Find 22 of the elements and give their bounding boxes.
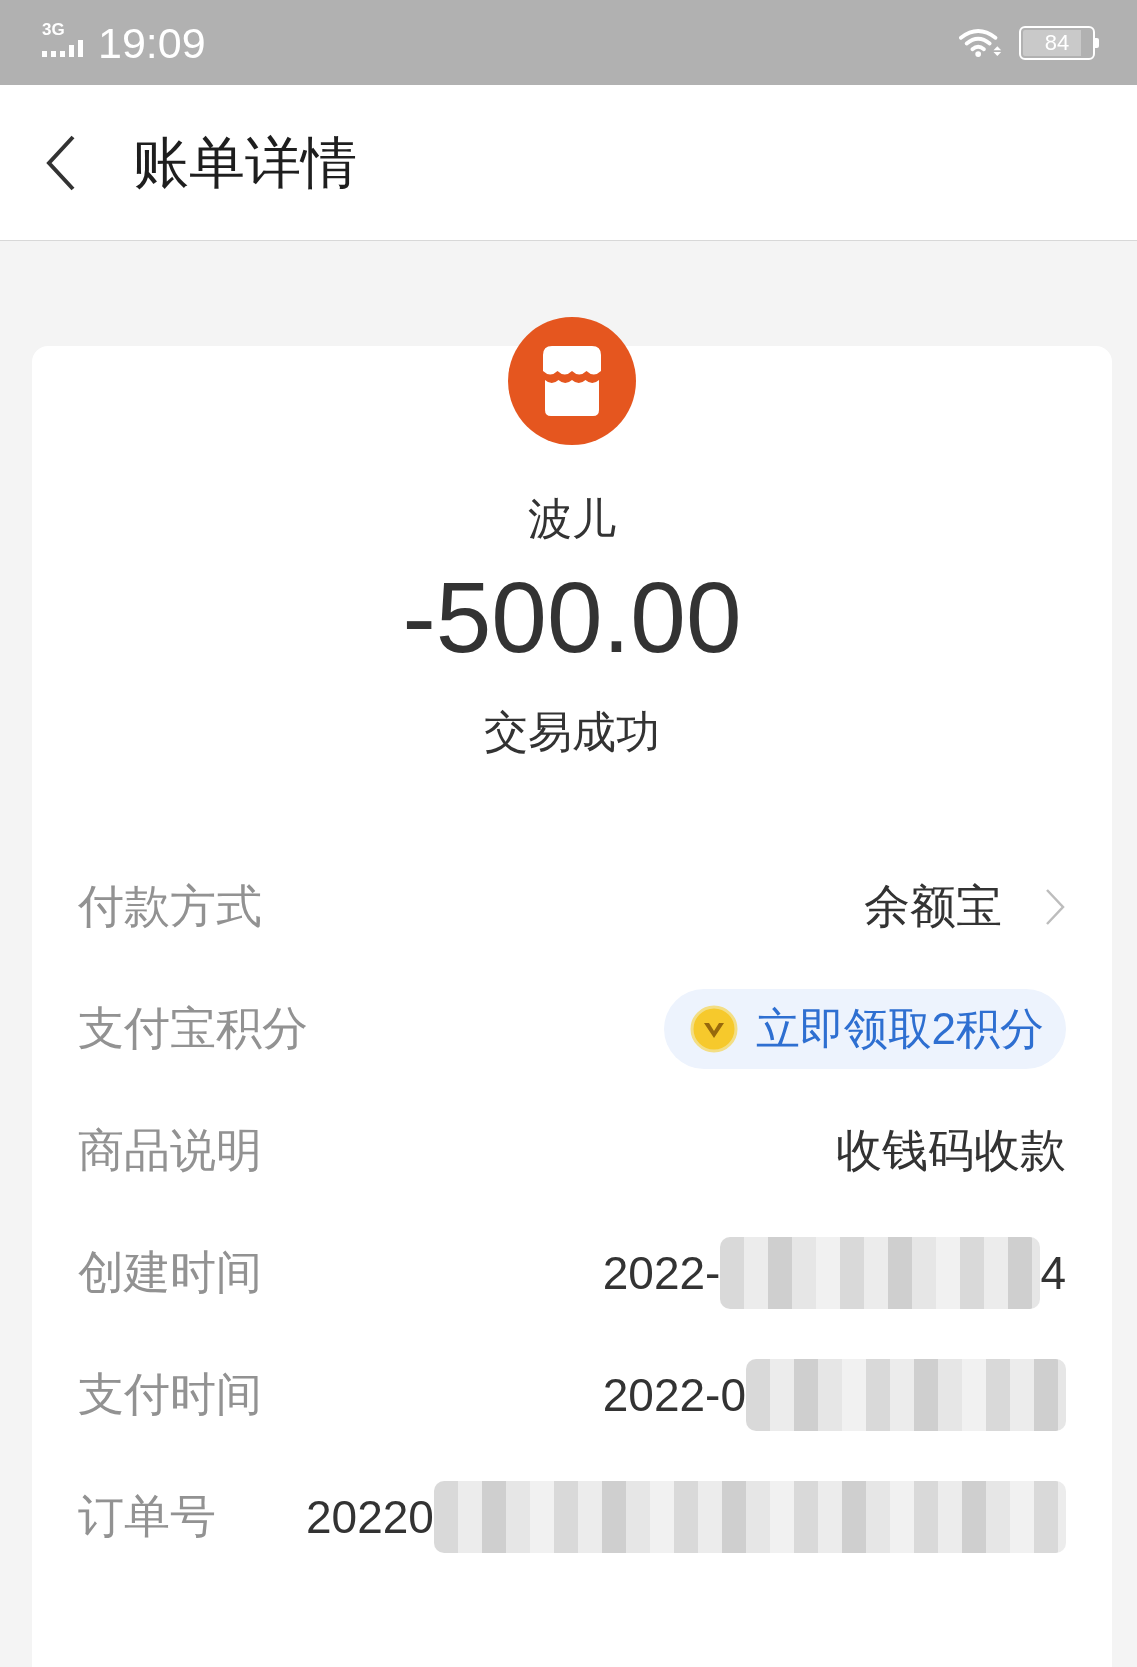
- detail-label: 创建时间: [78, 1245, 262, 1300]
- coin-icon: [689, 1005, 738, 1053]
- detail-value: 2022-0: [602, 1368, 746, 1422]
- detail-value: 余额宝: [864, 879, 1002, 934]
- detail-value: 4: [1040, 1246, 1066, 1300]
- detail-label: 支付宝积分: [78, 1001, 308, 1056]
- network-type-label: 3G: [42, 22, 65, 37]
- signal-bars-icon: [42, 40, 86, 57]
- detail-value: 2022-: [602, 1246, 721, 1300]
- transaction-status: 交易成功: [484, 706, 660, 758]
- detail-value: 收钱码收款: [836, 1123, 1066, 1178]
- detail-value: 20220: [306, 1490, 434, 1544]
- claim-points-button[interactable]: 立即领取2积分: [663, 989, 1066, 1069]
- merchant-name: 波儿: [528, 493, 616, 545]
- back-icon[interactable]: [45, 133, 77, 192]
- amount-text: -500.00: [402, 562, 742, 672]
- detail-label: 支付时间: [78, 1367, 262, 1422]
- status-time: 19:09: [98, 17, 206, 68]
- detail-label: 商品说明: [78, 1123, 262, 1178]
- page-title: 账单详情: [133, 129, 357, 196]
- detail-label: 订单号: [78, 1489, 216, 1544]
- detail-label: 付款方式: [78, 879, 262, 934]
